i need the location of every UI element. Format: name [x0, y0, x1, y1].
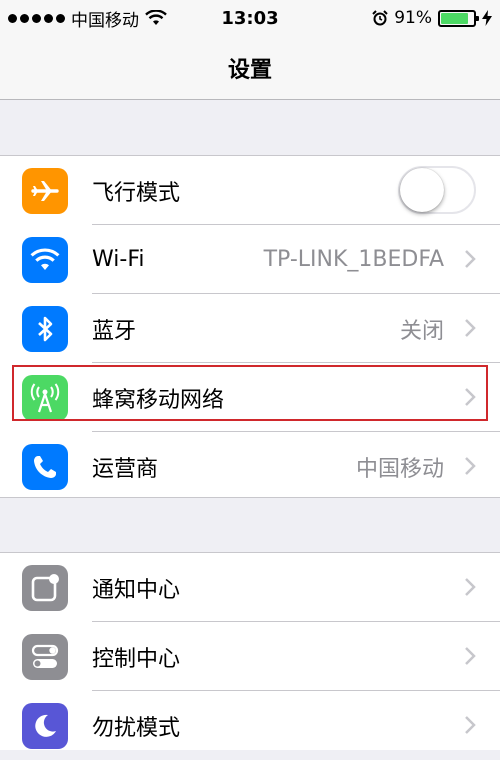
wifi-network-name: TP-LINK_1BEDFA: [263, 247, 444, 272]
wifi-icon: [22, 237, 68, 283]
settings-row-notification-center[interactable]: 通知中心: [0, 553, 500, 622]
cellular-antenna-icon: [22, 375, 68, 421]
settings-row-label: 飞行模式: [92, 180, 181, 206]
toggle-knob: [400, 168, 444, 212]
status-right: 91%: [372, 0, 492, 36]
airplane-icon: [22, 168, 68, 214]
settings-row-label: 控制中心: [92, 646, 181, 672]
chevron-right-icon: [465, 578, 476, 596]
notification-center-icon: [22, 565, 68, 611]
settings-group-system: 通知中心 控制中心 勿扰模式: [0, 552, 500, 750]
battery-icon: [438, 9, 479, 27]
settings-row-airplane-mode[interactable]: 飞行模式: [0, 156, 500, 225]
charging-bolt-icon: [482, 10, 492, 26]
control-center-icon: [22, 634, 68, 680]
alarm-icon: [372, 10, 388, 26]
chevron-right-icon: [465, 250, 476, 268]
carrier-value: 中国移动: [355, 456, 444, 482]
bluetooth-icon: [22, 306, 68, 352]
settings-group-connectivity: 飞行模式 Wi-Fi TP-LINK_1BEDFA 蓝牙 关闭 蜂窝移动网络 运…: [0, 155, 500, 498]
airplane-mode-toggle[interactable]: [398, 166, 476, 214]
chevron-right-icon: [465, 647, 476, 665]
settings-row-label: 蓝牙: [92, 318, 137, 344]
chevron-right-icon: [465, 319, 476, 337]
chevron-right-icon: [465, 716, 476, 734]
bluetooth-status: 关闭: [399, 318, 444, 344]
settings-row-label: 通知中心: [92, 577, 181, 603]
settings-row-wifi[interactable]: Wi-Fi TP-LINK_1BEDFA: [0, 225, 500, 294]
moon-icon: [22, 703, 68, 749]
status-bar: 中国移动 13:03 91%: [0, 0, 500, 36]
phone-icon: [22, 444, 68, 490]
settings-row-cellular[interactable]: 蜂窝移动网络: [0, 363, 500, 432]
settings-row-bluetooth[interactable]: 蓝牙 关闭: [0, 294, 500, 363]
battery-level-fill: [441, 12, 469, 24]
navigation-bar: 设置: [0, 36, 500, 100]
page-title: 设置: [227, 57, 272, 83]
settings-row-label: Wi-Fi: [92, 247, 145, 272]
settings-row-control-center[interactable]: 控制中心: [0, 622, 500, 691]
settings-row-carrier[interactable]: 运营商 中国移动: [0, 432, 500, 501]
settings-row-label: 运营商: [92, 456, 159, 482]
battery-percent: 91%: [394, 8, 432, 28]
chevron-right-icon: [465, 457, 476, 475]
settings-row-label: 蜂窝移动网络: [92, 387, 225, 413]
chevron-right-icon: [465, 388, 476, 406]
settings-row-label: 勿扰模式: [92, 715, 181, 741]
